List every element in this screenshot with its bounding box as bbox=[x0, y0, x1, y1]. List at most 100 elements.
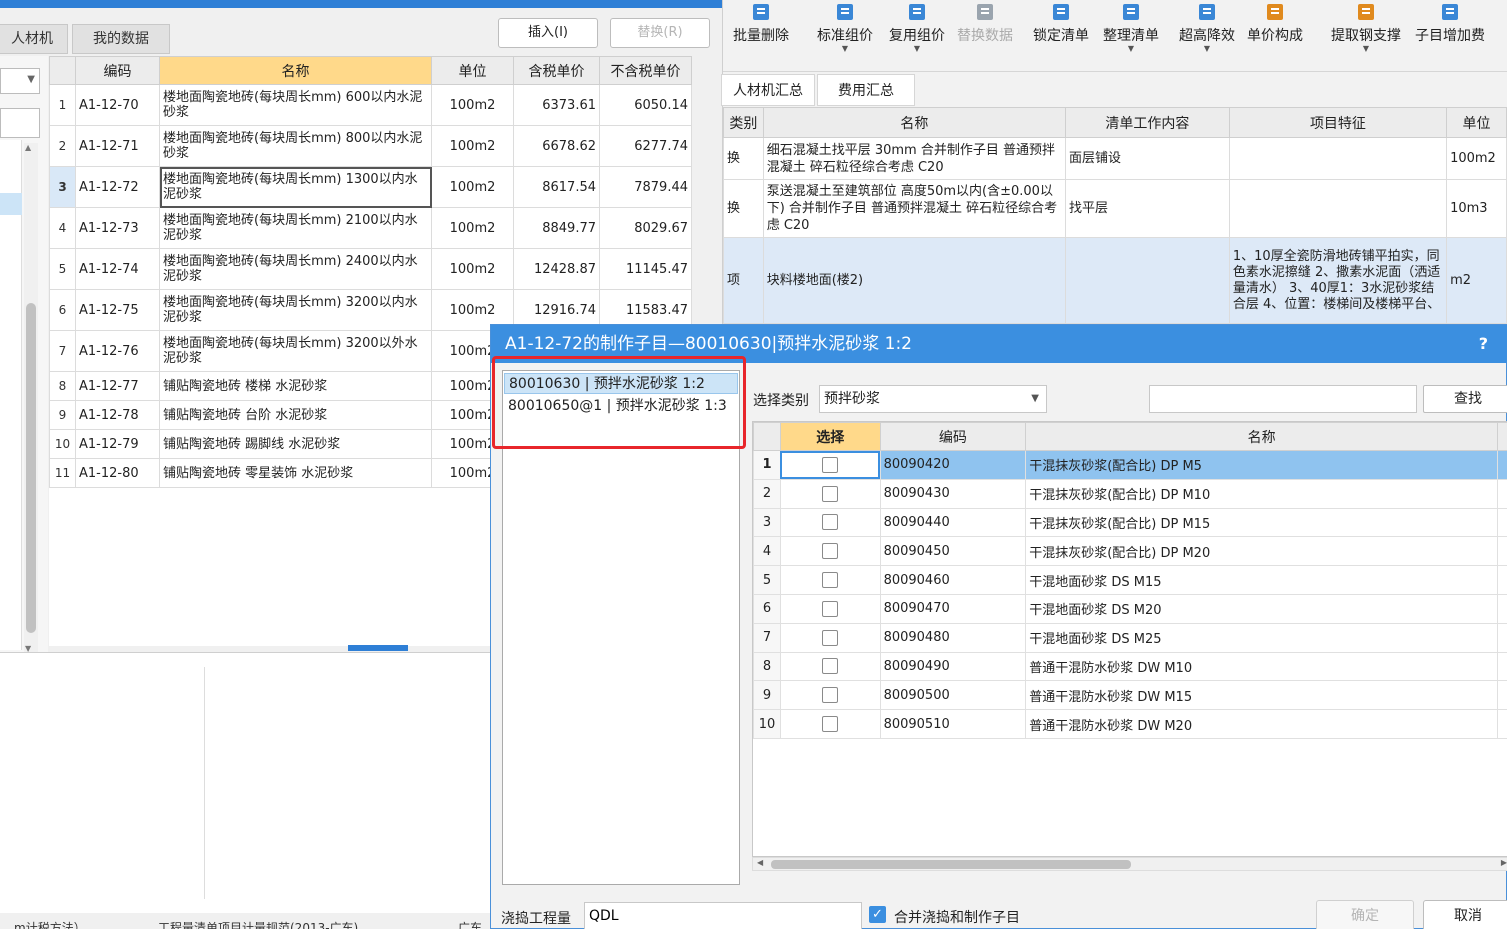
ribbon-reuse-pricing-button[interactable]: 复用组价 ▼ bbox=[889, 0, 945, 66]
chapter-search-input[interactable] bbox=[0, 108, 40, 138]
ribbon-unit-price-button[interactable]: 单价构成 bbox=[1247, 0, 1303, 66]
select-checkbox[interactable] bbox=[822, 456, 839, 473]
select-cell[interactable] bbox=[779, 565, 881, 595]
ribbon-organize-list-button[interactable]: 整理清单 ▼ bbox=[1103, 0, 1159, 66]
material-row[interactable]: 3 80090440 干混抹灰砂浆(配合比) DP M15 bbox=[753, 507, 1507, 538]
chapter-tree[interactable] bbox=[0, 140, 22, 650]
merge-checkbox[interactable]: ✓ bbox=[869, 906, 886, 923]
splitter-handle[interactable] bbox=[348, 645, 408, 651]
work-content-header[interactable]: 清单工作内容 bbox=[1064, 107, 1230, 138]
scroll-left-icon[interactable]: ◀ bbox=[757, 858, 763, 867]
help-icon[interactable]: ? bbox=[1479, 325, 1488, 363]
select-cell[interactable] bbox=[779, 450, 881, 480]
library-select[interactable]: ▼ bbox=[0, 68, 40, 94]
insert-button[interactable]: 插入(I) bbox=[498, 18, 598, 48]
type-header[interactable]: 类别 bbox=[723, 107, 764, 138]
material-row[interactable]: 6 80090470 干混地面砂浆 DS M20 bbox=[753, 593, 1507, 624]
tab-resources[interactable]: 人材机 bbox=[0, 24, 68, 54]
select-cell[interactable] bbox=[779, 507, 881, 538]
ribbon-high-rise-button[interactable]: 超高降效 ▼ bbox=[1179, 0, 1235, 66]
chevron-down-icon: ▼ bbox=[1127, 44, 1135, 53]
quantity-input[interactable] bbox=[584, 902, 862, 929]
scroll-right-icon[interactable]: ▶ bbox=[1501, 858, 1507, 867]
select-checkbox[interactable] bbox=[822, 716, 839, 733]
select-checkbox[interactable] bbox=[822, 658, 839, 675]
select-header[interactable]: 选择 bbox=[779, 422, 881, 451]
ok-button[interactable]: 确定 bbox=[1316, 900, 1414, 929]
replace-button[interactable]: 替换(R) bbox=[610, 18, 710, 48]
bill-type: 项 bbox=[723, 237, 764, 324]
material-row[interactable]: 1 80090420 干混抹灰砂浆(配合比) DP M5 bbox=[753, 450, 1507, 480]
ribbon-steel-support-button[interactable]: 提取钢支撑 ▼ bbox=[1331, 0, 1401, 66]
unit-header[interactable]: 单位 bbox=[431, 56, 514, 85]
material-row[interactable]: 4 80090450 干混抹灰砂浆(配合比) DP M20 bbox=[753, 536, 1507, 567]
ribbon-replace-data-button[interactable]: 替换数据 bbox=[957, 0, 1013, 66]
chevron-down-icon: ▼ bbox=[913, 44, 921, 53]
select-checkbox[interactable] bbox=[822, 543, 839, 560]
material-code-header[interactable]: 编码 bbox=[879, 422, 1027, 451]
select-checkbox[interactable] bbox=[822, 572, 839, 589]
material-row[interactable]: 7 80090480 干混地面砂浆 DS M25 bbox=[753, 622, 1507, 653]
divider bbox=[204, 667, 205, 899]
merge-label: 合并浇捣和制作子目 bbox=[894, 910, 1020, 926]
tax-price-header[interactable]: 含税单价 bbox=[513, 56, 600, 85]
table-row[interactable]: 1 A1-12-70 楼地面陶瓷地砖(每块周长mm) 600以内水泥砂浆 100m2 6… bbox=[49, 84, 692, 126]
bill-row[interactable]: 项块料楼地面(楼2) 1、10厚全瓷防滑地砖铺平拍实，同色素水泥擦缝 2、撒素水泥… bbox=[723, 237, 1507, 324]
bill-unit-header[interactable]: 单位 bbox=[1446, 107, 1507, 138]
bill-row[interactable]: 换泵送混凝土至建筑部位 高度50m以内(含±0.00以下) 合并制作子目 普通预… bbox=[723, 179, 1507, 238]
material-row[interactable]: 9 80090500 普通干混防水砂浆 DW M15 bbox=[753, 680, 1507, 711]
scrollbar-thumb[interactable] bbox=[26, 303, 36, 633]
bill-row[interactable]: 换细石混凝土找平层 30mm 合并制作子目 普通预拌混凝土 碎石粒径综合考虑 C… bbox=[723, 137, 1507, 180]
select-cell[interactable] bbox=[779, 709, 881, 739]
quota-notax-price: 6277.74 bbox=[599, 125, 692, 167]
select-cell[interactable] bbox=[779, 478, 881, 509]
select-cell[interactable] bbox=[779, 536, 881, 567]
bill-name-header[interactable]: 名称 bbox=[762, 107, 1066, 138]
table-row[interactable]: 3 A1-12-72 楼地面陶瓷地砖(每块周长mm) 1300以内水泥砂浆 100m2… bbox=[49, 166, 692, 208]
tab-fee-summary[interactable]: 费用汇总 bbox=[817, 74, 915, 106]
select-cell[interactable] bbox=[779, 680, 881, 711]
feature-header[interactable]: 项目特征 bbox=[1228, 107, 1448, 138]
find-button[interactable]: 查找 bbox=[1423, 385, 1507, 413]
material-name-header[interactable]: 名称 bbox=[1025, 422, 1498, 451]
cancel-button[interactable]: 取消 bbox=[1423, 900, 1507, 929]
code-header[interactable]: 编码 bbox=[75, 56, 160, 85]
select-checkbox[interactable] bbox=[822, 485, 839, 502]
quota-code: A1-12-73 bbox=[75, 207, 160, 249]
ribbon-lock-button[interactable]: 锁定清单 bbox=[1033, 0, 1089, 66]
row-number: 7 bbox=[49, 330, 76, 372]
quota-name: 铺贴陶瓷地砖 踢脚线 水泥砂浆 bbox=[159, 429, 432, 459]
material-row[interactable]: 5 80090460 干混地面砂浆 DS M15 bbox=[753, 565, 1507, 595]
material-table-hscrollbar[interactable]: ◀ ▶ bbox=[752, 857, 1507, 871]
notax-price-header[interactable]: 不含税单价 bbox=[599, 56, 692, 85]
ribbon-batch-delete-button[interactable]: 批量删除 bbox=[733, 0, 789, 66]
material-row[interactable]: 8 80090490 普通干混防水砂浆 DW M10 bbox=[753, 651, 1507, 682]
select-cell[interactable] bbox=[779, 651, 881, 682]
category-select[interactable]: 预拌砂浆 ▼ bbox=[819, 385, 1047, 413]
select-checkbox[interactable] bbox=[822, 629, 839, 646]
ribbon-standard-pricing-button[interactable]: 标准组价 ▼ bbox=[817, 0, 873, 66]
select-checkbox[interactable] bbox=[822, 687, 839, 704]
select-cell[interactable] bbox=[779, 622, 881, 653]
ribbon-sub-item-fee-button[interactable]: 子目增加费 bbox=[1415, 0, 1485, 66]
select-checkbox[interactable] bbox=[822, 514, 839, 531]
select-checkbox[interactable] bbox=[822, 600, 839, 617]
material-code: 80090510 bbox=[879, 709, 1027, 739]
table-row[interactable]: 5 A1-12-74 楼地面陶瓷地砖(每块周长mm) 2400以内水泥砂浆 100m2… bbox=[49, 248, 692, 290]
tab-resource-summary[interactable]: 人材机汇总 bbox=[721, 74, 815, 106]
chapter-tree-selected-node[interactable] bbox=[0, 193, 22, 215]
name-header[interactable]: 名称 bbox=[159, 56, 432, 85]
table-row[interactable]: 2 A1-12-71 楼地面陶瓷地砖(每块周长mm) 800以内水泥砂浆 100m2 6… bbox=[49, 125, 692, 167]
material-row[interactable]: 10 80090510 普通干混防水砂浆 DW M20 bbox=[753, 709, 1507, 739]
material-search-input[interactable] bbox=[1149, 385, 1417, 413]
quantity-label: 浇捣工程量 bbox=[501, 911, 571, 927]
select-cell[interactable] bbox=[779, 593, 881, 624]
material-row[interactable]: 2 80090430 干混抹灰砂浆(配合比) DP M10 bbox=[753, 478, 1507, 509]
chapter-tree-scrollbar[interactable]: ▲ ▼ bbox=[24, 143, 38, 653]
tab-my-data[interactable]: 我的数据 bbox=[72, 24, 170, 54]
standard-pricing-icon bbox=[834, 2, 856, 22]
scroll-up-icon[interactable]: ▲ bbox=[25, 143, 31, 152]
scrollbar-thumb[interactable] bbox=[771, 860, 1131, 869]
table-row[interactable]: 4 A1-12-73 楼地面陶瓷地砖(每块周长mm) 2100以内水泥砂浆 100m2… bbox=[49, 207, 692, 249]
quota-name: 楼地面陶瓷地砖(每块周长mm) 600以内水泥砂浆 bbox=[159, 84, 432, 126]
